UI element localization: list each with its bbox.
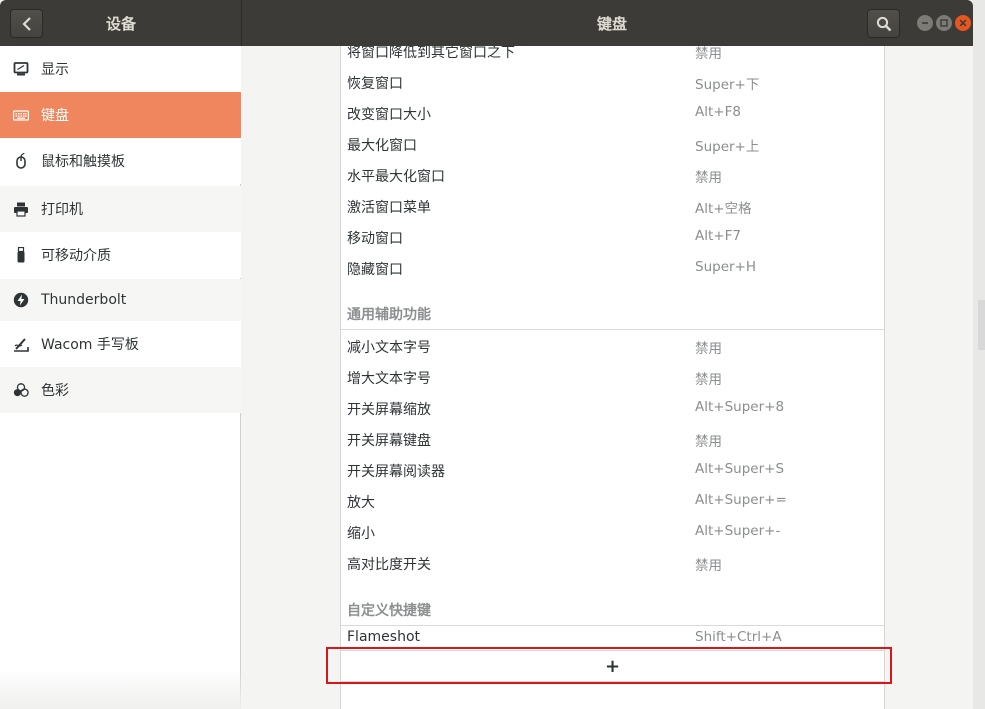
shortcut-row[interactable]: 高对比度开关 禁用 bbox=[341, 548, 884, 579]
sidebar-item-label: 键盘 bbox=[41, 108, 69, 124]
sidebar-item-mouse[interactable]: 鼠标和触摸板 bbox=[0, 138, 241, 184]
shortcut-key: Super+下 bbox=[695, 77, 760, 93]
sidebar-item-label: Wacom 手写板 bbox=[41, 337, 139, 353]
sidebar-item-color[interactable]: 色彩 bbox=[0, 367, 241, 413]
shortcut-row[interactable]: 隐藏窗口 Super+H bbox=[341, 253, 884, 284]
shortcut-name: Flameshot bbox=[347, 629, 420, 645]
tablet-icon bbox=[13, 336, 29, 352]
close-button[interactable] bbox=[955, 15, 971, 31]
shortcut-key: Alt+Super+S bbox=[695, 461, 785, 477]
shortcut-list: 将窗口降低到其它窗口之下 禁用 恢复窗口 Super+下 改变窗口大小 Alt+… bbox=[340, 46, 885, 709]
sidebar-item-printer[interactable]: 打印机 bbox=[0, 186, 241, 232]
desktop-background bbox=[973, 0, 985, 709]
shortcut-key: Alt+Super+8 bbox=[695, 399, 785, 415]
shortcut-name: 改变窗口大小 bbox=[347, 107, 431, 123]
shortcut-row[interactable]: 开关屏幕缩放 Alt+Super+8 bbox=[341, 393, 884, 424]
shortcut-name: 最大化窗口 bbox=[347, 138, 417, 154]
printer-icon bbox=[13, 201, 29, 217]
sidebar-item-label: 可移动介质 bbox=[41, 248, 111, 264]
minimize-icon bbox=[922, 22, 928, 24]
shortcut-name: 高对比度开关 bbox=[347, 557, 431, 573]
shortcut-key: Super+H bbox=[695, 259, 757, 275]
shortcut-name: 放大 bbox=[347, 495, 375, 511]
shortcut-key: Alt+Super+= bbox=[695, 492, 787, 508]
shortcut-row[interactable]: 放大 Alt+Super+= bbox=[341, 486, 884, 517]
shortcut-key: Alt+F8 bbox=[695, 104, 741, 120]
desktop-background-window bbox=[978, 300, 985, 350]
shortcut-name: 开关屏幕阅读器 bbox=[347, 464, 445, 480]
shortcut-name: 隐藏窗口 bbox=[347, 262, 403, 278]
shortcut-key: Super+上 bbox=[695, 139, 760, 155]
sidebar: 显示 键盘 鼠标和触摸板 打印机 可移动介质 Thunderbolt Wacom… bbox=[0, 46, 241, 709]
highlight-box bbox=[326, 647, 892, 684]
close-icon bbox=[959, 19, 967, 27]
sidebar-footer-fade bbox=[0, 669, 241, 709]
sidebar-item-label: 色彩 bbox=[41, 383, 69, 399]
shortcut-key: 禁用 bbox=[695, 434, 722, 450]
shortcut-name: 减小文本字号 bbox=[347, 340, 431, 356]
shortcut-row[interactable]: 开关屏幕阅读器 Alt+Super+S bbox=[341, 455, 884, 486]
shortcut-row[interactable]: 移动窗口 Alt+F7 bbox=[341, 222, 884, 253]
shortcut-row[interactable]: 减小文本字号 禁用 bbox=[341, 331, 884, 362]
maximize-icon bbox=[940, 19, 948, 27]
search-icon bbox=[876, 16, 892, 32]
shortcut-key: Shift+Ctrl+A bbox=[695, 629, 782, 645]
shortcut-name: 将窗口降低到其它窗口之下 bbox=[347, 46, 515, 61]
sidebar-item-display[interactable]: 显示 bbox=[0, 46, 241, 92]
shortcut-row[interactable]: 缩小 Alt+Super+- bbox=[341, 517, 884, 548]
shortcut-key: 禁用 bbox=[695, 341, 722, 357]
section-title-custom: 自定义快捷键 bbox=[347, 603, 431, 619]
shortcut-name: 移动窗口 bbox=[347, 231, 403, 247]
shortcut-key: Alt+Super+- bbox=[695, 523, 781, 539]
sidebar-item-wacom-tablet[interactable]: Wacom 手写板 bbox=[0, 321, 241, 367]
sidebar-item-keyboard[interactable]: 键盘 bbox=[0, 92, 241, 138]
header-bar: 设备 键盘 bbox=[0, 0, 973, 46]
mouse-icon bbox=[13, 153, 29, 169]
shortcut-key: Alt+F7 bbox=[695, 228, 741, 244]
thunderbolt-icon bbox=[13, 292, 29, 308]
maximize-button[interactable] bbox=[936, 15, 952, 31]
shortcut-name: 开关屏幕键盘 bbox=[347, 433, 431, 449]
shortcut-row[interactable]: 激活窗口菜单 Alt+空格 bbox=[341, 191, 884, 222]
sidebar-item-label: 打印机 bbox=[41, 202, 83, 218]
usb-drive-icon bbox=[13, 247, 29, 263]
shortcut-name: 开关屏幕缩放 bbox=[347, 402, 431, 418]
sidebar-item-label: 显示 bbox=[41, 62, 69, 78]
shortcut-row[interactable]: 增大文本字号 禁用 bbox=[341, 362, 884, 393]
shortcut-row[interactable]: 恢复窗口 Super+下 bbox=[341, 67, 884, 98]
sidebar-item-thunderbolt[interactable]: Thunderbolt bbox=[0, 279, 241, 321]
sidebar-item-label: Thunderbolt bbox=[41, 292, 127, 308]
minimize-button[interactable] bbox=[917, 15, 933, 31]
keyboard-shortcuts-panel: 将窗口降低到其它窗口之下 禁用 恢复窗口 Super+下 改变窗口大小 Alt+… bbox=[242, 46, 973, 709]
section-divider bbox=[341, 329, 884, 330]
sidebar-title: 设备 bbox=[105, 15, 136, 33]
shortcut-key: Alt+空格 bbox=[695, 201, 752, 217]
shortcut-row[interactable]: 将窗口降低到其它窗口之下 禁用 bbox=[341, 46, 884, 67]
color-icon bbox=[13, 382, 29, 398]
shortcut-key: 禁用 bbox=[695, 558, 722, 574]
sidebar-item-label: 鼠标和触摸板 bbox=[41, 154, 125, 170]
shortcut-name: 增大文本字号 bbox=[347, 371, 431, 387]
shortcut-name: 水平最大化窗口 bbox=[347, 169, 445, 185]
sidebar-item-removable-media[interactable]: 可移动介质 bbox=[0, 232, 241, 278]
shortcut-row[interactable]: 水平最大化窗口 禁用 bbox=[341, 160, 884, 191]
shortcut-row[interactable]: 改变窗口大小 Alt+F8 bbox=[341, 98, 884, 129]
keyboard-icon bbox=[13, 107, 29, 123]
shortcut-key: 禁用 bbox=[695, 372, 722, 388]
shortcut-name: 缩小 bbox=[347, 526, 375, 542]
display-icon bbox=[13, 61, 29, 77]
shortcut-row[interactable]: 开关屏幕键盘 禁用 bbox=[341, 424, 884, 455]
shortcut-row[interactable]: 最大化窗口 Super+上 bbox=[341, 129, 884, 160]
shortcut-name: 激活窗口菜单 bbox=[347, 200, 431, 216]
shortcut-key: 禁用 bbox=[695, 46, 722, 62]
shortcut-name: 恢复窗口 bbox=[347, 76, 403, 92]
shortcut-key: 禁用 bbox=[695, 170, 722, 186]
section-title-accessibility: 通用辅助功能 bbox=[347, 307, 431, 323]
search-button[interactable] bbox=[867, 9, 900, 38]
